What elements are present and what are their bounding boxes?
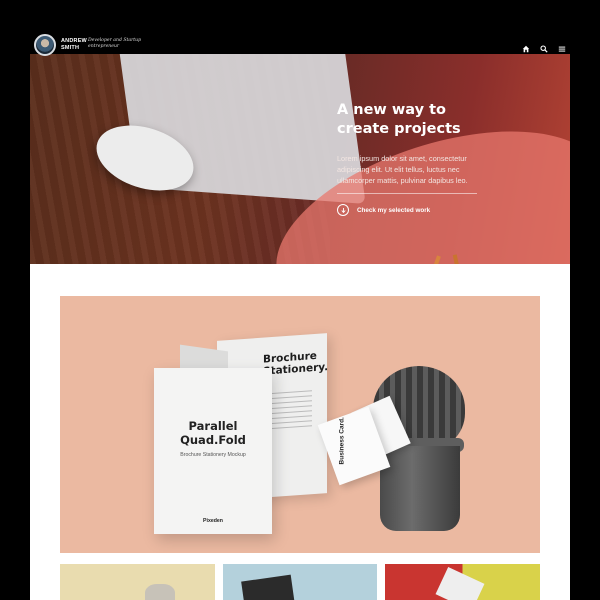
brochure-title: Parallel Quad.Fold — [180, 419, 246, 447]
brochure-front-panel: Parallel Quad.Fold Brochure Stationery M… — [154, 368, 272, 534]
project-thumbnail[interactable] — [385, 564, 541, 600]
brochure-back-text-lines — [272, 390, 312, 433]
arrow-down-circle-icon — [337, 204, 349, 216]
author-tagline: Developer and Startup entrepreneur — [88, 38, 142, 49]
search-icon[interactable] — [540, 40, 548, 53]
header-icons — [522, 40, 566, 53]
hero-body: Lorem ipsum dolor sit amet, consectetur … — [337, 154, 468, 185]
project-thumbnails — [60, 564, 541, 600]
page: ANDREW SMITH Developer and Startup entre… — [0, 0, 600, 600]
business-card-title: Business Card. — [338, 417, 346, 465]
brochure-subtitle: Brochure Stationery Mockup — [180, 452, 246, 458]
project-thumbnail[interactable] — [60, 564, 215, 600]
hero-title: A new way to create projects — [337, 102, 461, 137]
brochure-back-title: Brochure Stationery. — [263, 349, 329, 378]
pot-image — [380, 446, 460, 531]
author-name[interactable]: ANDREW SMITH — [61, 38, 87, 51]
hero-banner — [30, 54, 570, 264]
brochure-brand: Pixeden — [203, 518, 223, 524]
check-work-link[interactable]: Check my selected work — [337, 204, 487, 216]
hero-divider — [337, 193, 477, 194]
featured-project-image[interactable]: Brochure Stationery. Parallel Quad.Fold … — [60, 296, 540, 553]
site-header: ANDREW SMITH Developer and Startup entre… — [30, 30, 570, 56]
hero-text: A new way to create projects Lorem ipsum… — [337, 101, 487, 216]
menu-icon[interactable] — [558, 40, 566, 52]
home-icon[interactable] — [522, 40, 530, 53]
project-thumbnail[interactable] — [222, 564, 378, 600]
check-work-label: Check my selected work — [357, 206, 431, 214]
avatar[interactable] — [34, 34, 56, 56]
